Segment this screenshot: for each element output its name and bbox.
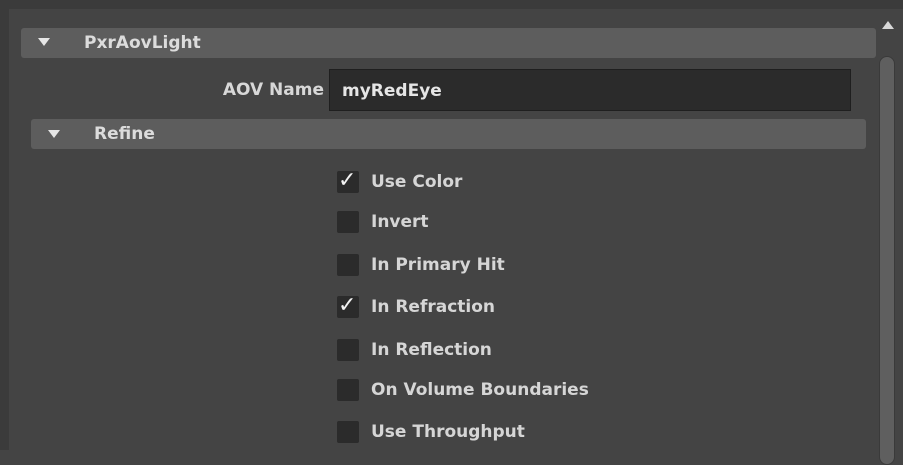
section-title: PxrAovLight	[84, 33, 201, 53]
checkbox-in-reflection[interactable]: In Reflection	[337, 337, 492, 363]
checkbox[interactable]: ✓	[337, 168, 359, 193]
checkbox[interactable]	[337, 421, 359, 443]
checkmark-icon: ✓	[338, 293, 357, 318]
left-border	[0, 0, 9, 450]
checkbox-label: In Reflection	[371, 340, 492, 360]
top-border	[0, 0, 903, 9]
checkbox[interactable]	[337, 211, 359, 233]
checkbox-use-throughput[interactable]: Use Throughput	[337, 419, 525, 445]
checkbox[interactable]: ✓	[337, 293, 359, 318]
checkbox[interactable]	[337, 254, 359, 276]
checkbox-label: In Refraction	[371, 297, 496, 317]
checkbox-label: Use Throughput	[371, 422, 525, 442]
expand-triangle-icon[interactable]	[48, 130, 60, 138]
section-header-pxraovlight[interactable]: PxrAovLight	[21, 28, 876, 58]
checkbox[interactable]	[337, 339, 359, 361]
scroll-up-arrow-icon[interactable]	[882, 21, 894, 29]
scroll-thumb[interactable]	[879, 56, 895, 465]
section-title: Refine	[94, 124, 155, 144]
checkbox[interactable]	[337, 379, 359, 401]
checkbox-in-primary-hit[interactable]: In Primary Hit	[337, 252, 505, 278]
aov-name-field[interactable]: myRedEye	[329, 69, 851, 111]
checkbox-in-refraction[interactable]: ✓ In Refraction	[337, 293, 496, 320]
checkbox-invert[interactable]: Invert	[337, 209, 429, 235]
vertical-scrollbar[interactable]	[878, 15, 896, 465]
checkbox-label: Invert	[371, 212, 429, 232]
checkbox-label: In Primary Hit	[371, 255, 505, 275]
checkbox-use-color[interactable]: ✓ Use Color	[337, 168, 463, 195]
checkmark-icon: ✓	[338, 168, 357, 193]
aov-name-label: AOV Name	[222, 80, 324, 100]
checkbox-label: On Volume Boundaries	[371, 380, 589, 400]
expand-triangle-icon[interactable]	[38, 38, 50, 46]
checkbox-on-volume-boundaries[interactable]: On Volume Boundaries	[337, 377, 589, 403]
section-header-refine[interactable]: Refine	[31, 119, 866, 149]
checkbox-label: Use Color	[371, 172, 463, 192]
